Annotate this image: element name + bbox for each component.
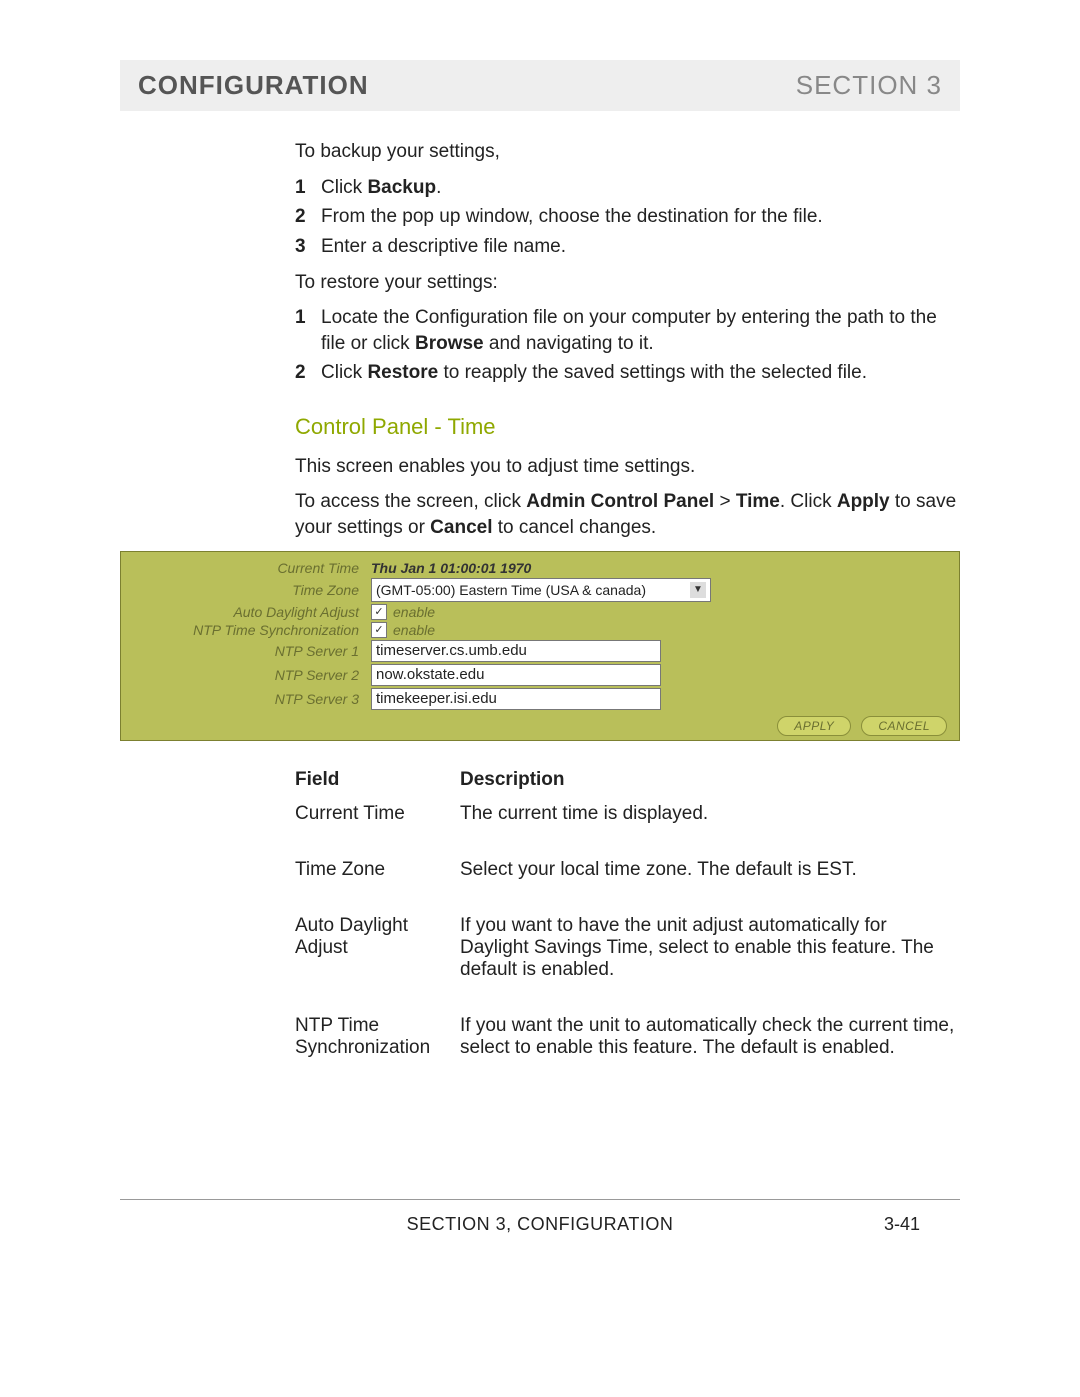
cell-desc: The current time is displayed. — [460, 803, 960, 825]
col-field: Field — [295, 769, 460, 791]
footer-center: SECTION 3, CONFIGURATION — [240, 1214, 840, 1235]
step-number: 1 — [295, 175, 321, 201]
time-settings-panel-wrap: Current Time Thu Jan 1 01:00:01 1970 Tim… — [120, 551, 960, 741]
row-ntp-sync: NTP Time Synchronization enable — [129, 622, 951, 638]
table-header: Field Description — [295, 769, 960, 791]
restore-step-2: 2 Click Restore to reapply the saved set… — [295, 360, 960, 386]
cell-field: Time Zone — [295, 859, 460, 881]
time-desc-2: To access the screen, click Admin Contro… — [295, 489, 960, 540]
value-current-time: Thu Jan 1 01:00:01 1970 — [371, 560, 531, 576]
row-time-zone: Time Zone (GMT-05:00) Eastern Time (USA … — [129, 578, 951, 602]
time-zone-select[interactable]: (GMT-05:00) Eastern Time (USA & canada) … — [371, 578, 711, 602]
step-number: 2 — [295, 360, 321, 386]
row-current-time: Current Time Thu Jan 1 01:00:01 1970 — [129, 560, 951, 576]
ntp-server-2-input[interactable]: now.okstate.edu — [371, 664, 661, 686]
footer-rule — [120, 1199, 960, 1200]
field-description-table: Field Description Current Time The curre… — [295, 769, 960, 1059]
cell-desc: If you want to have the unit adjust auto… — [460, 915, 960, 981]
label-ntp-2: NTP Server 2 — [129, 667, 371, 683]
body: To backup your settings, 1 Click Backup.… — [295, 139, 960, 541]
cell-field: Auto Daylight Adjust — [295, 915, 460, 981]
subheading-control-panel-time: Control Panel - Time — [295, 412, 960, 442]
label-current-time: Current Time — [129, 560, 371, 576]
step-text: Click Restore to reapply the saved setti… — [321, 360, 960, 386]
backup-step-1: 1 Click Backup. — [295, 175, 960, 201]
footer-page-number: 3-41 — [840, 1214, 920, 1235]
ntp-sync-checkbox[interactable] — [371, 622, 387, 638]
table-row: Current Time The current time is display… — [295, 803, 960, 825]
ntp-server-1-input[interactable]: timeserver.cs.umb.edu — [371, 640, 661, 662]
backup-step-2: 2 From the pop up window, choose the des… — [295, 204, 960, 230]
time-settings-panel: Current Time Thu Jan 1 01:00:01 1970 Tim… — [120, 551, 960, 741]
row-ntp-1: NTP Server 1 timeserver.cs.umb.edu — [129, 640, 951, 662]
time-desc-1: This screen enables you to adjust time s… — [295, 454, 960, 480]
col-description: Description — [460, 769, 960, 791]
table-row: Auto Daylight Adjust If you want to have… — [295, 915, 960, 981]
step-number: 3 — [295, 234, 321, 260]
label-ntp-1: NTP Server 1 — [129, 643, 371, 659]
apply-button[interactable]: APPLY — [777, 716, 851, 736]
backup-intro: To backup your settings, — [295, 139, 960, 165]
backup-steps: 1 Click Backup. 2 From the pop up window… — [295, 175, 960, 260]
cancel-button[interactable]: CANCEL — [861, 716, 947, 736]
page: CONFIGURATION SECTION 3 To backup your s… — [0, 0, 1080, 1275]
step-text: Enter a descriptive file name. — [321, 234, 960, 260]
restore-intro: To restore your settings: — [295, 270, 960, 296]
step-text: Click Backup. — [321, 175, 960, 201]
panel-buttons: APPLY CANCEL — [129, 712, 951, 736]
label-auto-dst: Auto Daylight Adjust — [129, 604, 371, 620]
page-header: CONFIGURATION SECTION 3 — [120, 60, 960, 111]
label-ntp-3: NTP Server 3 — [129, 691, 371, 707]
cell-field: Current Time — [295, 803, 460, 825]
step-number: 1 — [295, 305, 321, 356]
ntp-sync-checklabel: enable — [393, 622, 435, 638]
step-text: Locate the Configuration file on your co… — [321, 305, 960, 356]
cell-field: NTP Time Synchronization — [295, 1015, 460, 1059]
ntp-server-3-input[interactable]: timekeeper.isi.edu — [371, 688, 661, 710]
row-auto-dst: Auto Daylight Adjust enable — [129, 604, 951, 620]
cell-desc: If you want the unit to automatically ch… — [460, 1015, 960, 1059]
step-text: From the pop up window, choose the desti… — [321, 204, 960, 230]
header-section: SECTION 3 — [796, 70, 942, 101]
chevron-down-icon: ▼ — [690, 582, 706, 598]
label-time-zone: Time Zone — [129, 582, 371, 598]
table-row: NTP Time Synchronization If you want the… — [295, 1015, 960, 1059]
cell-desc: Select your local time zone. The default… — [460, 859, 960, 881]
auto-dst-checkbox[interactable] — [371, 604, 387, 620]
time-zone-select-value: (GMT-05:00) Eastern Time (USA & canada) — [376, 582, 646, 598]
backup-step-3: 3 Enter a descriptive file name. — [295, 234, 960, 260]
step-number: 2 — [295, 204, 321, 230]
restore-step-1: 1 Locate the Configuration file on your … — [295, 305, 960, 356]
table-row: Time Zone Select your local time zone. T… — [295, 859, 960, 881]
restore-steps: 1 Locate the Configuration file on your … — [295, 305, 960, 386]
row-ntp-3: NTP Server 3 timekeeper.isi.edu — [129, 688, 951, 710]
page-footer: SECTION 3, CONFIGURATION 3-41 — [120, 1214, 960, 1235]
row-ntp-2: NTP Server 2 now.okstate.edu — [129, 664, 951, 686]
auto-dst-checklabel: enable — [393, 604, 435, 620]
header-title: CONFIGURATION — [138, 70, 369, 101]
label-ntp-sync: NTP Time Synchronization — [129, 622, 371, 638]
